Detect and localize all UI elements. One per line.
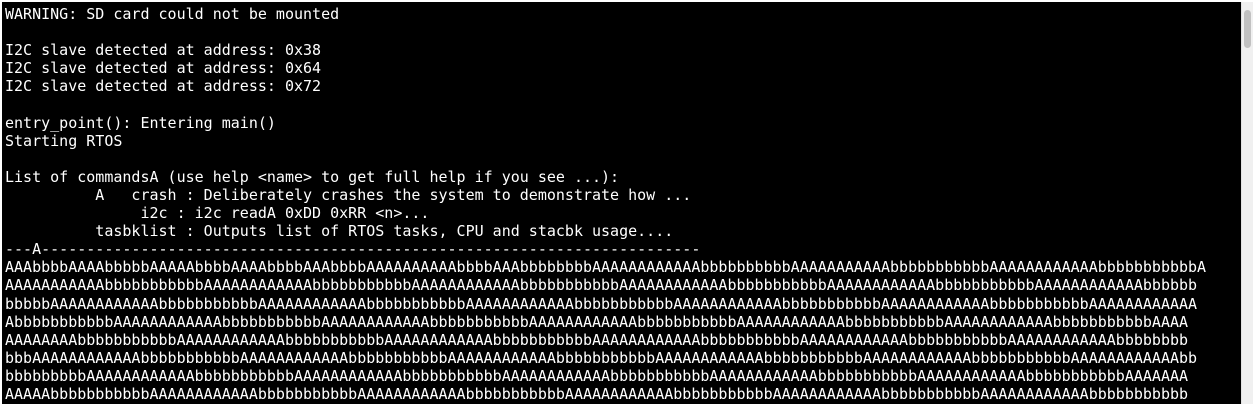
terminal-line: Starting RTOS <box>5 131 123 150</box>
terminal-line: bbbbbAAAAAAAAAAAAbbbbbbbbbbbAAAAAAAAAAAA… <box>5 294 1198 313</box>
terminal-output[interactable]: WARNING: SD card could not be mounted I2C… <box>2 2 1242 404</box>
terminal-line: A crash : Deliberately crashes the syste… <box>5 185 692 204</box>
terminal-line: AAAAAbbbbbbbbbbbAAAAAAAAAAAAbbbbbbbbbbbA… <box>5 384 1189 403</box>
terminal-line: tasbklist : Outputs list of RTOS tasks, … <box>5 222 674 241</box>
terminal-line: AbbbbbbbbbbbAAAAAAAAAAAAbbbbbbbbbbbAAAAA… <box>5 312 1189 331</box>
terminal-line: i2c : i2c readA 0xDD 0xRR <n>... <box>5 204 430 223</box>
terminal-line: AAAbbbbAAAAbbbbbAAAAAbbbbAAAAbbbbAAAbbbb… <box>5 258 1207 277</box>
terminal-line: AAAAAAAAAAAbbbbbbbbbbbAAAAAAAAAAAAbbbbbb… <box>5 276 1198 295</box>
terminal-line: bbbbbbbbbAAAAAAAAAAAAbbbbbbbbbbbAAAAAAAA… <box>5 366 1189 385</box>
terminal-line: I2C slave detected at address: 0x64 <box>5 59 322 78</box>
terminal-line: I2C slave detected at address: 0x72 <box>5 77 322 96</box>
terminal-line: List of commandsA (use help <name> to ge… <box>5 167 620 186</box>
terminal-window: WARNING: SD card could not be mounted I2C… <box>0 0 1253 411</box>
terminal-line: WARNING: SD card could not be mounted <box>5 5 340 23</box>
terminal-line: ---A------------------------------------… <box>5 240 701 259</box>
scrollbar-thumb[interactable] <box>1244 10 1251 48</box>
terminal-line: I2C slave detected at address: 0x38 <box>5 41 322 60</box>
terminal-line: AAAAAAAAbbbbbbbbbbbAAAAAAAAAAAAbbbbbbbbb… <box>5 330 1189 349</box>
terminal-line: bbbAAAAAAAAAAAAbbbbbbbbbbbAAAAAAAAAAAAbb… <box>5 348 1198 367</box>
vertical-scrollbar[interactable] <box>1241 2 1253 404</box>
window-bottom-edge <box>0 404 1253 411</box>
terminal-text: WARNING: SD card could not be mounted I2C… <box>5 5 1206 403</box>
terminal-line: entry_point(): Entering main() <box>5 113 276 132</box>
